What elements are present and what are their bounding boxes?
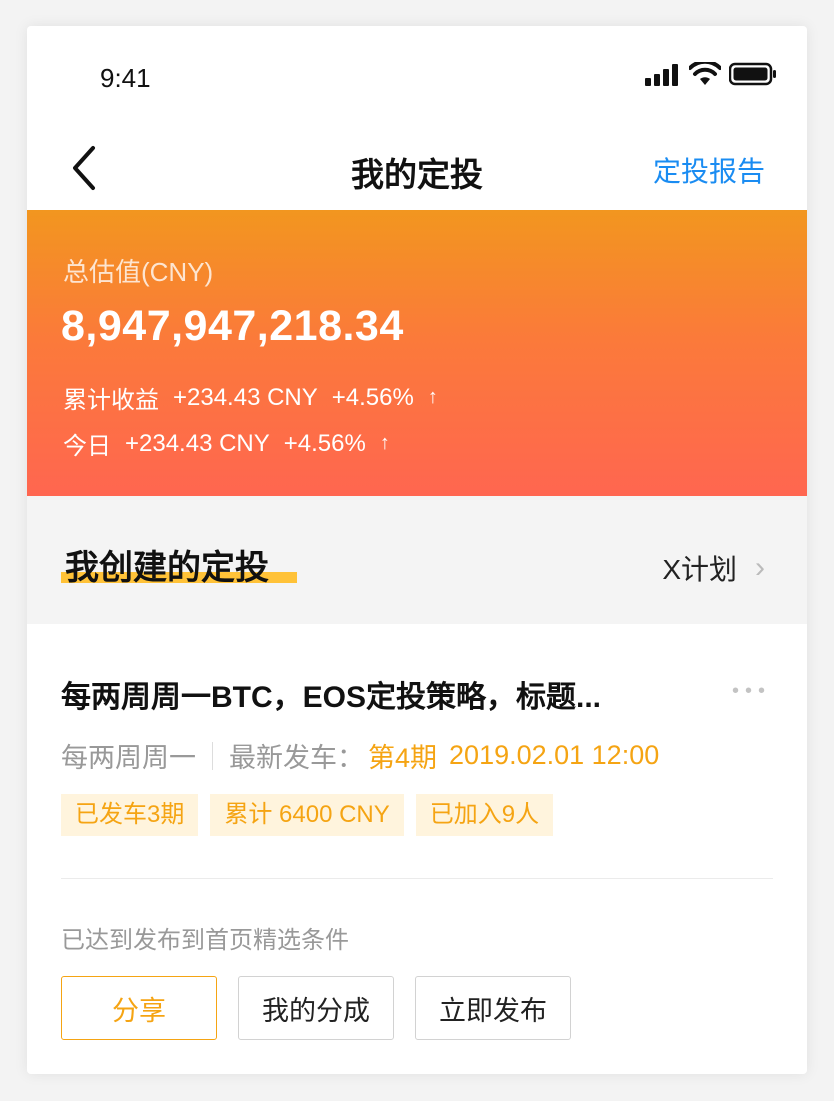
today-percent: +4.56% — [283, 429, 366, 457]
latest-time: 2019.02.01 12:00 — [449, 740, 660, 770]
report-link[interactable]: 定投报告 — [653, 150, 765, 190]
cumulative-return-row: 累计收益 +234.43 CNY +4.56% ↑ — [63, 380, 438, 415]
cumulative-label: 累计收益 — [63, 387, 159, 414]
wifi-icon — [689, 62, 721, 85]
battery-icon — [729, 62, 776, 86]
cellular-signal-icon — [645, 64, 678, 86]
arrow-up-icon: ↑ — [427, 386, 438, 408]
latest-period: 第4期 — [368, 743, 438, 773]
share-button[interactable]: 分享 — [61, 976, 217, 1040]
status-bar: 9:41 — [27, 26, 807, 126]
meta-divider — [212, 741, 213, 770]
my-share-button[interactable]: 我的分成 — [238, 976, 394, 1040]
cumulative-amount: +234.43 CNY — [173, 383, 318, 411]
publish-button[interactable]: 立即发布 — [415, 976, 571, 1040]
action-buttons: 分享 我的分成 立即发布 — [61, 976, 571, 1040]
tag-cumulative: 累计 6400 CNY — [210, 794, 404, 836]
tag-joined: 已加入9人 — [415, 794, 554, 836]
today-label: 今日 — [63, 433, 111, 460]
tag-dispatched: 已发车3期 — [61, 794, 199, 836]
section-header: 我创建的定投 X计划 › — [27, 496, 807, 624]
latest-label: 最新发车： — [229, 743, 364, 773]
chevron-right-icon: › — [755, 551, 765, 584]
card-divider — [61, 878, 773, 879]
more-options-icon[interactable]: ••• — [732, 680, 771, 703]
status-icons — [645, 62, 777, 86]
navigation-bar: 我的定投 定投报告 — [27, 126, 807, 210]
today-return-row: 今日 +234.43 CNY +4.56% ↑ — [63, 426, 390, 461]
total-label: 总估值(CNY) — [63, 257, 214, 287]
plan-link-label: X计划 — [662, 554, 737, 585]
cumulative-percent: +4.56% — [331, 383, 414, 411]
today-amount: +234.43 CNY — [125, 429, 270, 457]
plan-tags: 已发车3期 累计 6400 CNY 已加入9人 — [61, 794, 554, 836]
status-time: 9:41 — [100, 63, 151, 93]
plan-title[interactable]: 每两周周一BTC，EOS定投策略，标题... — [61, 672, 681, 716]
arrow-up-icon: ↑ — [379, 432, 390, 454]
plan-meta: 每两周周一 最新发车： 第4期 2019.02.01 12:00 — [61, 736, 659, 775]
publish-condition-text: 已达到发布到首页精选条件 — [61, 927, 349, 954]
plan-frequency: 每两周周一 — [61, 743, 196, 773]
app-screen: 9:41 我的定投 定投报告 总估值(CNY) 8,947,947,218.34… — [27, 26, 807, 1074]
plan-card: 每两周周一BTC，EOS定投策略，标题... ••• 每两周周一 最新发车： 第… — [27, 624, 807, 1074]
plan-link[interactable]: X计划 › — [662, 548, 765, 588]
section-title: 我创建的定投 — [65, 549, 269, 587]
valuation-summary: 总估值(CNY) 8,947,947,218.34 累计收益 +234.43 C… — [27, 210, 807, 496]
total-value: 8,947,947,218.34 — [61, 302, 404, 350]
